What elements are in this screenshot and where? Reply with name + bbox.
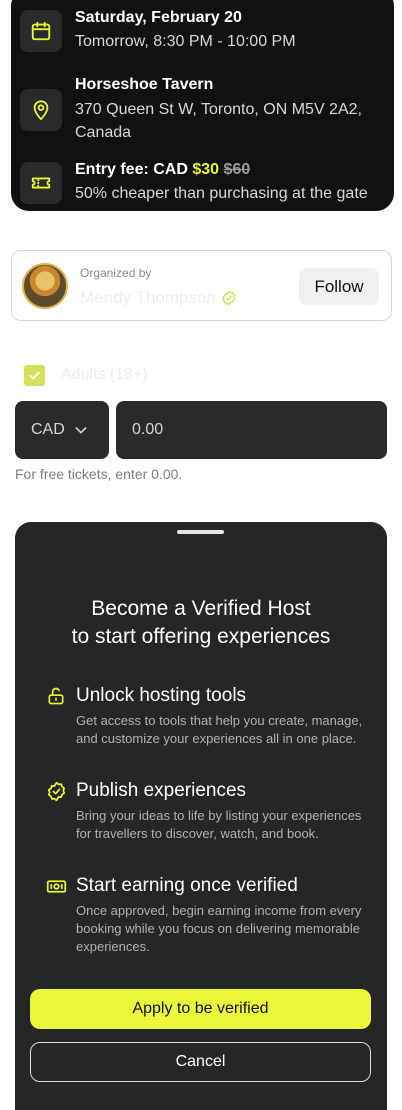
feature-unlock-tools: Unlock hosting tools Get access to tools…	[45, 684, 367, 748]
venue-address-line1: 370 Queen St W, Toronto, ON M5V 2A2,	[75, 101, 362, 118]
verified-badge-icon	[221, 290, 237, 306]
feature-start-earning: Start earning once verified Once approve…	[45, 874, 367, 956]
event-date: Saturday, February 20	[75, 9, 242, 26]
location-pin-icon	[20, 88, 62, 131]
free-ticket-helper: For free tickets, enter 0.00.	[15, 466, 183, 482]
organizer-label: Organized by	[80, 266, 152, 280]
event-time: Tomorrow, 8:30 PM - 10:00 PM	[75, 33, 296, 50]
adults-checkbox[interactable]	[24, 365, 45, 386]
cancel-button[interactable]: Cancel	[30, 1042, 371, 1082]
organizer-avatar[interactable]	[22, 263, 68, 309]
chevron-down-icon	[73, 422, 89, 438]
currency-value: CAD	[31, 421, 65, 438]
venue-address-line2: Canada	[75, 124, 132, 141]
entry-fee: Entry fee: CAD $30 $60	[75, 160, 368, 180]
entry-fee-row: Entry fee: CAD $30 $60 50% cheaper than …	[20, 160, 384, 205]
sheet-grabber[interactable]	[177, 530, 224, 534]
event-venue-row[interactable]: Horseshoe Tavern 370 Queen St W, Toronto…	[20, 75, 384, 144]
checkmark-icon	[29, 371, 40, 380]
organizer-name: Mendy Thompson	[80, 288, 216, 307]
calendar-icon	[20, 9, 62, 52]
ticket-icon	[20, 161, 62, 204]
venue-name: Horseshoe Tavern	[75, 76, 214, 93]
venue-address: 370 Queen St W, Toronto, ON M5V 2A2, Can…	[75, 98, 362, 144]
entry-fee-old-price: $60	[223, 161, 251, 178]
feature-publish-experiences: Publish experiences Bring your ideas to …	[45, 779, 367, 843]
entry-fee-prefix: Entry fee: CAD	[75, 161, 193, 178]
organizer-card[interactable]: Organized by Mendy Thompson Follow	[11, 250, 392, 321]
price-amount-value: 0.00	[132, 421, 164, 438]
money-icon	[45, 875, 67, 897]
currency-select[interactable]: CAD	[15, 401, 109, 459]
price-amount-input[interactable]: 0.00	[116, 401, 387, 459]
verified-check-icon	[45, 780, 67, 802]
feature-title: Unlock hosting tools	[76, 685, 247, 706]
entry-fee-note: 50% cheaper than purchasing at the gate	[75, 185, 368, 202]
verify-host-sheet: Become a Verified Host to start offering…	[15, 522, 387, 1110]
feature-description: Bring your ideas to life by listing your…	[76, 808, 362, 841]
feature-title: Start earning once verified	[76, 875, 298, 896]
entry-fee-price: $30	[192, 161, 220, 178]
apply-verified-button[interactable]: Apply to be verified	[30, 989, 371, 1029]
event-date-row: Saturday, February 20 Tomorrow, 8:30 PM …	[20, 8, 384, 53]
follow-button[interactable]: Follow	[299, 268, 379, 305]
feature-title: Publish experiences	[76, 780, 247, 801]
unlock-icon	[45, 685, 67, 707]
feature-description: Once approved, begin earning income from…	[76, 903, 362, 954]
event-info-card: Saturday, February 20 Tomorrow, 8:30 PM …	[11, 0, 394, 211]
adults-label: Adults (18+)	[61, 366, 148, 383]
feature-description: Get access to tools that help you create…	[76, 713, 363, 746]
organizer-name-row: Mendy Thompson	[80, 288, 237, 308]
sheet-title: Become a Verified Host to start offering…	[71, 597, 331, 648]
